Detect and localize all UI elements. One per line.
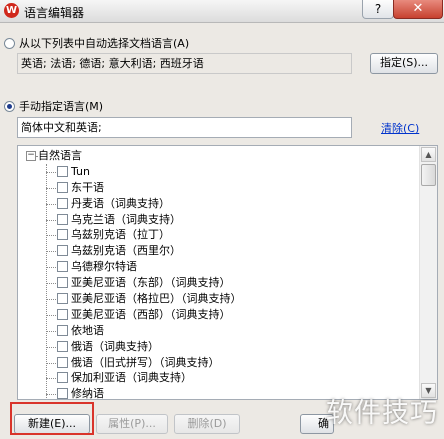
- tree-connector: [46, 187, 56, 189]
- tree-connector: [46, 330, 56, 332]
- manual-select-option[interactable]: 手动指定语言(M): [4, 98, 103, 114]
- language-checkbox[interactable]: [57, 324, 68, 336]
- language-item[interactable]: 亚美尼亚语（东部）（词典支持）: [18, 275, 418, 291]
- language-label: 依地语: [71, 323, 104, 337]
- window-title: 语言编辑器: [24, 6, 85, 20]
- language-checkbox[interactable]: [57, 388, 68, 399]
- language-label: 东干语: [71, 180, 104, 194]
- tree-connector: [46, 346, 56, 348]
- language-item[interactable]: 亚美尼亚语（格拉巴）（词典支持）: [18, 291, 418, 307]
- language-checkbox[interactable]: [57, 229, 68, 241]
- tree-list: − 自然语言 Tun 东干语丹麦语（词典支持） 乌克兰语（词典支持） 乌兹别克语（拉丁…: [18, 148, 418, 400]
- tree-root-label: 自然语言: [38, 149, 82, 162]
- tree-root-natural-languages[interactable]: − 自然语言: [18, 148, 418, 164]
- tree-connector: [46, 203, 56, 205]
- scroll-up-icon[interactable]: ▲: [421, 147, 436, 162]
- language-item[interactable]: 乌兹别克语（拉丁）: [18, 227, 418, 243]
- tree-connector: [46, 219, 56, 221]
- language-label: 俄语（词典支持）: [71, 339, 159, 353]
- language-label: 丹麦语（词典支持）: [71, 196, 170, 210]
- language-checkbox[interactable]: [57, 340, 68, 352]
- clear-link[interactable]: 清除(C): [381, 120, 419, 136]
- tree-connector: [46, 299, 56, 301]
- language-label: 俄语（旧式拼写）（词典支持）: [71, 355, 220, 369]
- specify-button[interactable]: 指定(S)...: [370, 53, 438, 74]
- language-checkbox[interactable]: [57, 197, 68, 209]
- language-item[interactable]: 丹麦语（词典支持）: [18, 196, 418, 212]
- close-button[interactable]: ✕: [393, 0, 443, 19]
- language-checkbox[interactable]: [57, 293, 68, 305]
- language-item[interactable]: 乌兹别克语（西里尔）: [18, 243, 418, 259]
- language-checkbox[interactable]: [57, 165, 68, 177]
- tree-scrollbar[interactable]: ▲ ▼: [419, 146, 437, 399]
- tree-connector: [46, 267, 56, 269]
- language-label: 亚美尼亚语（东部）（词典支持）: [71, 276, 231, 290]
- tree-connector: [46, 362, 56, 364]
- language-item[interactable]: 乌德穆尔特语: [18, 259, 418, 275]
- tree-connector: [46, 314, 56, 316]
- language-item[interactable]: 依地语: [18, 323, 418, 339]
- language-label: 保加利亚语（词典支持）: [71, 371, 192, 385]
- language-item[interactable]: 俄语（词典支持）: [18, 339, 418, 355]
- tree-connector: [35, 156, 37, 157]
- properties-button[interactable]: 属性(P)...: [96, 414, 168, 434]
- tree-connector: [46, 171, 56, 173]
- manual-select-label: 手动指定语言(M): [19, 100, 104, 113]
- scroll-thumb[interactable]: [421, 164, 436, 186]
- language-checkbox[interactable]: [57, 213, 68, 225]
- language-label: 乌兹别克语（拉丁）: [71, 228, 170, 242]
- language-tree[interactable]: − 自然语言 Tun 东干语丹麦语（词典支持） 乌克兰语（词典支持） 乌兹别克语（拉丁…: [17, 145, 438, 400]
- language-label: 乌兹别克语（西里尔）: [71, 244, 181, 258]
- tree-connector: [46, 283, 56, 285]
- language-checkbox[interactable]: [57, 261, 68, 273]
- language-checkbox[interactable]: [57, 372, 68, 384]
- language-label: 乌德穆尔特语: [71, 260, 137, 274]
- tree-connector: [46, 378, 56, 380]
- language-item[interactable]: 东干语: [18, 180, 418, 196]
- language-item[interactable]: 俄语（旧式拼写）（词典支持）: [18, 355, 418, 371]
- language-label: 亚美尼亚语（西部）（词典支持）: [71, 307, 231, 321]
- title-bar: W 语言编辑器 ? ✕: [0, 0, 444, 23]
- tree-connector: [46, 235, 56, 237]
- language-item[interactable]: Tun: [18, 164, 418, 180]
- tree-connector: [46, 394, 56, 396]
- language-item[interactable]: 亚美尼亚语（西部）（词典支持）: [18, 307, 418, 323]
- language-checkbox[interactable]: [57, 181, 68, 193]
- auto-select-radio[interactable]: [4, 37, 15, 49]
- auto-languages-field: 英语; 法语; 德语; 意大利语; 西班牙语: [17, 53, 352, 74]
- language-label: Tun: [71, 164, 90, 178]
- tree-children: Tun 东干语丹麦语（词典支持） 乌克兰语（词典支持） 乌兹别克语（拉丁） 乌兹别克语（…: [18, 164, 418, 400]
- language-label: 乌克兰语（词典支持）: [71, 212, 181, 226]
- manual-select-radio[interactable]: [4, 100, 15, 112]
- language-checkbox[interactable]: [57, 356, 68, 368]
- auto-select-option[interactable]: 从以下列表中自动选择文档语言(A): [4, 35, 189, 51]
- app-logo-icon: W: [4, 3, 19, 18]
- help-button[interactable]: ?: [362, 0, 394, 19]
- language-item[interactable]: 乌克兰语（词典支持）: [18, 212, 418, 228]
- watermark-text: 软件技巧: [326, 398, 438, 429]
- delete-button[interactable]: 删除(D): [174, 414, 240, 434]
- language-checkbox[interactable]: [57, 308, 68, 320]
- language-item[interactable]: 保加利亚语（词典支持）: [18, 370, 418, 386]
- language-label: 亚美尼亚语（格拉巴）（词典支持）: [71, 292, 242, 306]
- language-checkbox[interactable]: [57, 277, 68, 289]
- tree-connector: [46, 251, 56, 253]
- language-label: 修纳语: [71, 387, 104, 400]
- manual-languages-field[interactable]: 简体中文和英语;: [17, 117, 352, 138]
- auto-select-label: 从以下列表中自动选择文档语言(A): [19, 37, 190, 50]
- highlight-box: [10, 402, 94, 435]
- language-checkbox[interactable]: [57, 245, 68, 257]
